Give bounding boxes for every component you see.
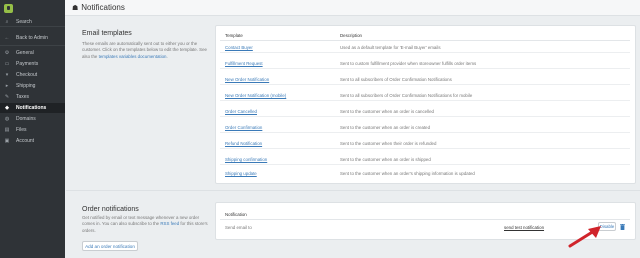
table-row: Refund Notification Sent to the customer… xyxy=(220,137,630,149)
sidebar-item-files[interactable]: ▤ Files xyxy=(0,125,65,135)
template-description: Sent to all subscribers of Order Confirm… xyxy=(340,77,452,82)
sidebar-item-label: General xyxy=(16,50,34,56)
template-description: Used as a default template for 'E-mail B… xyxy=(340,45,441,50)
sidebar-divider xyxy=(0,45,65,46)
table-row: Order Cancelled Sent to the customer whe… xyxy=(220,105,630,117)
send-test-notification-link[interactable]: send test notification xyxy=(504,225,544,230)
user-icon: ▣ xyxy=(4,138,10,144)
template-description: Sent to custom fulfillment provider when… xyxy=(340,61,477,66)
order-notifications-title: Order notifications xyxy=(82,206,139,213)
sidebar-item-payments[interactable]: ▭ Payments xyxy=(0,59,65,69)
page-header: ☗ Notifications xyxy=(65,0,640,16)
template-link[interactable]: New Order Notification xyxy=(225,77,269,82)
table-row: Fulfillment Request Sent to custom fulfi… xyxy=(220,57,630,69)
template-link[interactable]: New Order Notification (mobile) xyxy=(225,93,286,98)
email-templates-title: Email templates xyxy=(82,30,132,37)
globe-icon: ◍ xyxy=(4,116,10,122)
back-to-admin-link[interactable]: ← Back to Admin xyxy=(0,33,65,43)
template-variables-docs-link[interactable]: templates variables documentation xyxy=(99,54,167,59)
sidebar-item-label: Checkout xyxy=(16,72,38,78)
sidebar-item-general[interactable]: ⚙ General xyxy=(0,48,65,58)
shopify-logo-icon[interactable] xyxy=(4,4,13,13)
tag-icon: ✎ xyxy=(4,94,10,100)
sidebar-search-label: Search xyxy=(16,19,32,25)
trash-icon xyxy=(619,223,625,230)
sidebar-item-checkout[interactable]: ▾ Checkout xyxy=(0,70,65,80)
table-row: New Order Notification (mobile) Sent to … xyxy=(220,89,630,101)
sidebar-item-taxes[interactable]: ✎ Taxes xyxy=(0,92,65,102)
cart-icon: ▾ xyxy=(5,72,9,78)
table-header-divider xyxy=(220,219,630,220)
column-header-description: Description xyxy=(340,33,362,38)
sidebar-item-label: Domains xyxy=(16,116,36,122)
sidebar-item-shipping[interactable]: ▸ Shipping xyxy=(0,81,65,91)
sidebar-item-label: Shipping xyxy=(16,83,36,89)
template-link[interactable]: Shipping confirmation xyxy=(225,157,267,162)
email-templates-desc-tail: . xyxy=(166,53,168,59)
table-row: New Order Notification Sent to all subsc… xyxy=(220,73,630,85)
template-description: Sent to the customer when their order is… xyxy=(340,141,437,146)
search-icon: ⌕ xyxy=(5,19,9,25)
notification-row-label: Send email to xyxy=(225,225,252,230)
column-header-template: Template xyxy=(225,33,243,38)
truck-icon: ▸ xyxy=(5,83,9,89)
sidebar-item-domains[interactable]: ◍ Domains xyxy=(0,114,65,124)
sidebar-item-label: Notifications xyxy=(16,105,47,111)
order-notifications-description: Get notified by email or text message wh… xyxy=(82,215,210,234)
template-link[interactable]: Order Confirmation xyxy=(225,125,262,130)
template-description: Sent to the customer when an order is ca… xyxy=(340,109,434,114)
template-description: Sent to the customer when an order's shi… xyxy=(340,171,475,176)
column-header-notification: Notification xyxy=(225,212,247,217)
sidebar-item-notifications[interactable]: ◆ Notifications xyxy=(0,103,65,113)
template-link[interactable]: Contact Buyer xyxy=(225,45,253,50)
gear-icon: ⚙ xyxy=(4,50,10,56)
template-description: Sent to the customer when an order is cr… xyxy=(340,125,431,130)
rss-feed-link[interactable]: RSS feed xyxy=(160,221,179,226)
table-row: Contact Buyer Used as a default template… xyxy=(220,41,630,53)
table-row: Shipping update Sent to the customer whe… xyxy=(220,167,630,179)
page-title: Notifications xyxy=(81,3,125,12)
sidebar-divider xyxy=(0,26,65,27)
template-link[interactable]: Fulfillment Request xyxy=(225,61,263,66)
settings-sidebar: ⌕ Search ← Back to Admin ⚙ General ▭ Pay… xyxy=(0,0,65,258)
section-divider xyxy=(66,190,640,191)
table-row: Order Confirmation Sent to the customer … xyxy=(220,121,630,133)
folder-icon: ▤ xyxy=(4,127,10,133)
email-templates-description: These emails are automatically sent out … xyxy=(82,41,210,60)
arrow-left-icon: ← xyxy=(4,35,10,41)
template-description: Sent to the customer when an order is sh… xyxy=(340,157,431,162)
back-to-admin-label: Back to Admin xyxy=(16,35,48,41)
table-row: Shipping confirmation Sent to the custom… xyxy=(220,153,630,165)
template-link[interactable]: Shipping update xyxy=(225,171,257,176)
annotation-arrow-icon xyxy=(568,226,601,248)
template-link[interactable]: Order Cancelled xyxy=(225,109,257,114)
bell-icon: ◆ xyxy=(5,105,9,111)
template-link[interactable]: Refund Notification xyxy=(225,141,262,146)
sidebar-item-label: Payments xyxy=(16,61,39,67)
card-icon: ▭ xyxy=(4,61,10,67)
delete-button[interactable] xyxy=(618,222,626,231)
template-description: Sent to all subscribers of Order Confirm… xyxy=(340,93,473,98)
sidebar-item-label: Account xyxy=(16,138,35,144)
sidebar-item-account[interactable]: ▣ Account xyxy=(0,136,65,146)
add-order-notification-button[interactable]: Add an order notification xyxy=(82,241,138,251)
home-icon[interactable]: ☗ xyxy=(72,4,78,12)
sidebar-item-label: Files xyxy=(16,127,27,133)
sidebar-item-label: Taxes xyxy=(16,94,30,100)
